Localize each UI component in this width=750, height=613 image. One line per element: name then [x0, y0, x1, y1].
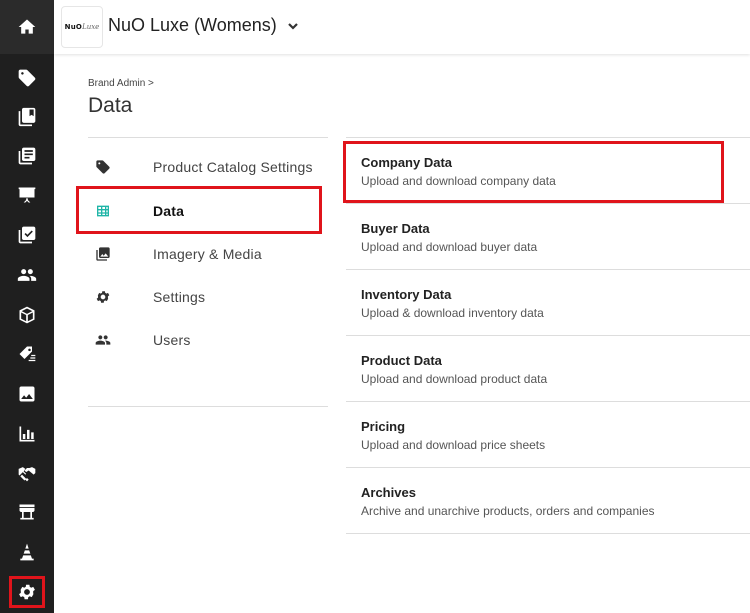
storefront-nav-button[interactable]	[0, 494, 54, 530]
cone-icon	[20, 543, 34, 561]
home-icon	[18, 19, 36, 34]
brand-switcher[interactable]: NuO Luxe (Womens)	[108, 15, 299, 36]
presentation-icon	[18, 187, 36, 203]
inventory-nav-button[interactable]	[0, 297, 54, 333]
data-item-subtitle: Upload and download buyer data	[361, 240, 538, 254]
box-icon	[19, 306, 35, 324]
logo-script: Luxe	[82, 23, 100, 31]
storefront-icon	[19, 504, 35, 520]
logo-text: NuO	[64, 23, 83, 31]
settings-nav-item-settings[interactable]: Settings	[88, 279, 328, 315]
breadcrumb[interactable]: Brand Admin >	[88, 78, 154, 89]
page-title: Data	[88, 94, 133, 117]
data-item-subtitle: Upload and download price sheets	[361, 438, 546, 452]
highlight-box	[76, 186, 322, 234]
data-item-archives[interactable]: Archives Archive and unarchive products,…	[346, 468, 750, 534]
settings-nav-label: Settings	[153, 289, 206, 305]
tag-icon	[18, 69, 36, 87]
discount-tag-icon	[19, 346, 36, 362]
reports-nav-button[interactable]	[0, 416, 54, 452]
chevron-down-icon	[287, 22, 298, 30]
presentation-nav-button[interactable]	[0, 177, 54, 213]
catalog-icon	[18, 107, 36, 127]
data-item-title: Pricing	[361, 419, 406, 434]
checklist-icon	[18, 226, 36, 244]
data-item-buyer[interactable]: Buyer Data Upload and download buyer dat…	[346, 204, 750, 270]
users-icon	[94, 331, 112, 349]
tools-nav-button[interactable]	[0, 534, 54, 570]
settings-nav-button[interactable]	[9, 576, 45, 608]
data-item-title: Inventory Data	[361, 287, 452, 302]
data-item-title: Product Data	[361, 353, 442, 368]
catalog-nav-button[interactable]	[0, 99, 54, 135]
settings-nav-item-imagery[interactable]: Imagery & Media	[88, 236, 328, 272]
list-book-icon	[18, 147, 36, 165]
partners-nav-button[interactable]	[0, 455, 54, 491]
customers-nav-button[interactable]	[0, 257, 54, 293]
data-item-subtitle: Archive and unarchive products, orders a…	[361, 504, 655, 518]
images-icon	[94, 245, 112, 263]
top-bar: NuO Luxe NuO Luxe (Womens)	[54, 0, 750, 54]
data-item-pricing[interactable]: Pricing Upload and download price sheets	[346, 402, 750, 468]
left-rail	[0, 0, 54, 613]
promotions-nav-button[interactable]	[0, 336, 54, 372]
handshake-icon	[18, 467, 36, 482]
data-item-title: Archives	[361, 485, 416, 500]
gear-icon	[94, 288, 112, 306]
data-item-subtitle: Upload & download inventory data	[361, 306, 544, 320]
checklist-nav-button[interactable]	[0, 217, 54, 253]
data-item-inventory[interactable]: Inventory Data Upload & download invento…	[346, 270, 750, 336]
settings-nav-label: Users	[153, 332, 191, 348]
brand-logo[interactable]: NuO Luxe	[61, 6, 103, 48]
data-item-subtitle: Upload and download product data	[361, 372, 548, 386]
settings-nav-label: Imagery & Media	[153, 246, 262, 262]
brand-name: NuO Luxe (Womens)	[108, 15, 277, 35]
home-button[interactable]	[0, 0, 54, 54]
settings-nav: Product Catalog Settings Data Imagery & …	[88, 137, 328, 407]
orders-nav-button[interactable]	[0, 138, 54, 174]
users-icon	[17, 269, 37, 281]
settings-nav-item-product-catalog[interactable]: Product Catalog Settings	[88, 149, 328, 185]
tag-nav-button[interactable]	[0, 60, 54, 96]
settings-nav-label: Product Catalog Settings	[153, 159, 313, 175]
highlight-box	[343, 141, 724, 203]
data-item-product[interactable]: Product Data Upload and download product…	[346, 336, 750, 402]
media-nav-button[interactable]	[0, 376, 54, 412]
tag-icon	[94, 158, 112, 176]
bar-chart-icon	[19, 426, 35, 442]
data-item-title: Buyer Data	[361, 221, 430, 236]
image-icon	[19, 386, 35, 402]
gear-icon	[19, 584, 35, 600]
settings-nav-item-users[interactable]: Users	[88, 322, 328, 358]
